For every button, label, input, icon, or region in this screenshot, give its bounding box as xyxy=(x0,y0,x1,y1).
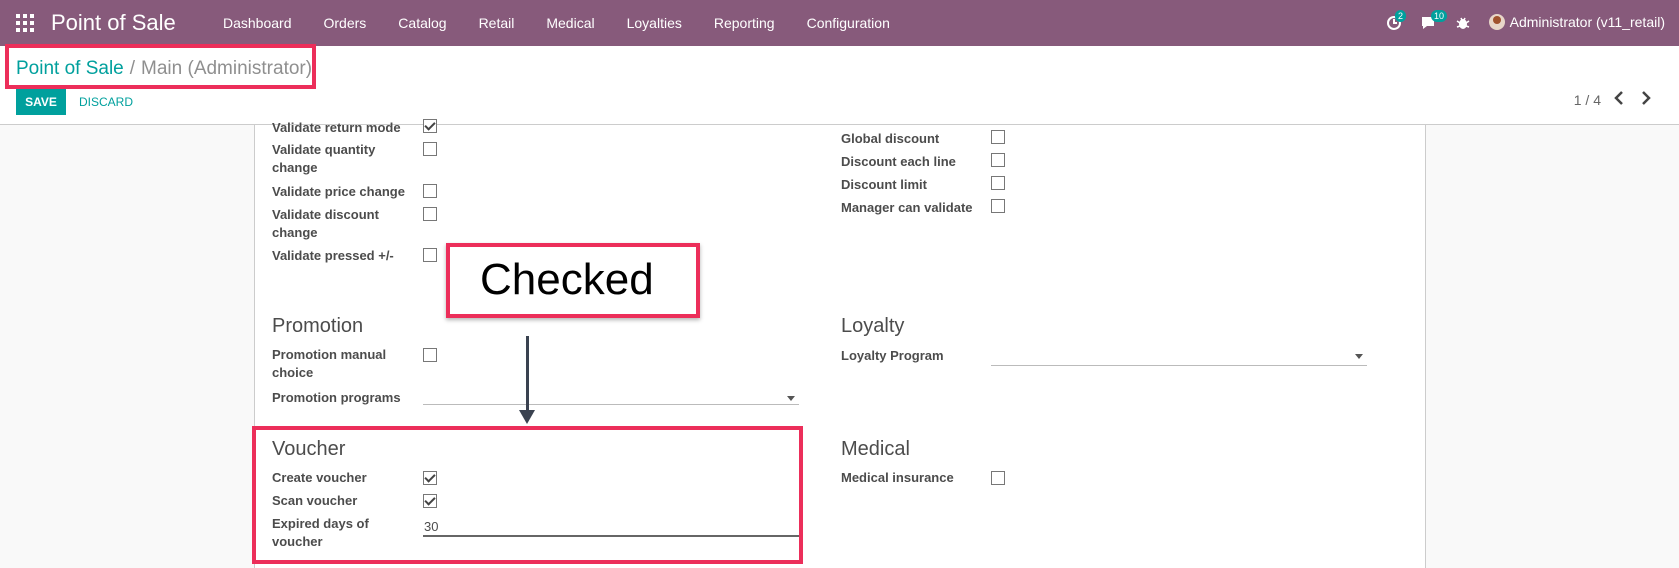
user-name: Administrator (v11_retail) xyxy=(1509,14,1665,30)
top-navbar: Point of Sale Dashboard Orders Catalog R… xyxy=(0,0,1679,46)
apps-grid-icon[interactable] xyxy=(16,14,34,32)
loyalty-section-title: Loyalty xyxy=(841,315,905,337)
main-menu: Dashboard Orders Catalog Retail Medical … xyxy=(210,0,909,46)
discount-limit-label: Discount limit xyxy=(841,177,927,192)
menu-reporting[interactable]: Reporting xyxy=(714,15,775,31)
validate-price-change-label: Validate price change xyxy=(272,184,405,199)
menu-dashboard[interactable]: Dashboard xyxy=(223,15,292,31)
debug-bug-icon[interactable] xyxy=(1455,15,1471,31)
loyalty-program-select[interactable] xyxy=(991,348,1367,366)
manager-can-validate-label: Manager can validate xyxy=(841,200,973,215)
pager-prev-icon[interactable] xyxy=(1614,91,1624,110)
form-sheet: Validate return mode Validate quantity c… xyxy=(254,119,1426,568)
user-avatar xyxy=(1488,14,1505,30)
validate-quantity-change-checkbox[interactable] xyxy=(423,142,437,156)
discount-each-line-checkbox[interactable] xyxy=(991,153,1005,167)
validate-return-mode-checkbox[interactable] xyxy=(423,119,437,133)
menu-loyalties[interactable]: Loyalties xyxy=(627,15,682,31)
messages-badge: 10 xyxy=(1431,10,1448,22)
messages-chat-icon[interactable]: 10 xyxy=(1420,10,1448,31)
validate-discount-change-label: Validate discount change xyxy=(272,207,379,240)
promotion-section-title: Promotion xyxy=(272,315,364,337)
breadcrumb-parent-link[interactable]: Point of Sale xyxy=(16,58,124,80)
global-discount-checkbox[interactable] xyxy=(991,130,1005,144)
validate-price-change-checkbox[interactable] xyxy=(423,184,437,198)
menu-medical[interactable]: Medical xyxy=(546,15,594,31)
discard-button[interactable]: DISCARD xyxy=(79,89,133,115)
control-panel: Point of Sale / Main (Administrator) SAV… xyxy=(0,46,1679,125)
loyalty-program-caret-icon[interactable] xyxy=(1355,354,1363,359)
promotion-programs-select[interactable] xyxy=(423,387,799,405)
promotion-programs-caret-icon[interactable] xyxy=(787,396,795,401)
menu-configuration[interactable]: Configuration xyxy=(807,15,890,31)
loyalty-program-label: Loyalty Program xyxy=(841,348,944,363)
expired-days-input[interactable]: 30 xyxy=(423,517,799,537)
checked-callout-box: Checked xyxy=(446,243,700,318)
app-brand: Point of Sale xyxy=(51,10,176,35)
medical-section-title: Medical xyxy=(841,438,910,460)
create-voucher-label: Create voucher xyxy=(272,470,367,485)
menu-orders[interactable]: Orders xyxy=(324,15,367,31)
validate-pressed-checkbox[interactable] xyxy=(423,248,437,262)
breadcrumb-separator: / xyxy=(129,58,136,79)
pager-next-icon[interactable] xyxy=(1641,91,1651,110)
discount-each-line-label: Discount each line xyxy=(841,154,956,169)
global-discount-label: Global discount xyxy=(841,131,940,146)
medical-insurance-checkbox[interactable] xyxy=(991,471,1005,485)
breadcrumb-current: Main (Administrator) xyxy=(141,58,313,79)
menu-catalog[interactable]: Catalog xyxy=(398,15,446,31)
menu-retail[interactable]: Retail xyxy=(479,15,515,31)
validate-quantity-change-label: Validate quantity change xyxy=(272,142,376,175)
activity-badge: 2 xyxy=(1395,10,1407,22)
create-voucher-checkbox[interactable] xyxy=(423,471,437,485)
scan-voucher-label: Scan voucher xyxy=(272,493,358,508)
expired-days-value: 30 xyxy=(424,519,439,534)
validate-pressed-label: Validate pressed +/- xyxy=(272,248,394,263)
promotion-manual-choice-label: Promotion manual choice xyxy=(272,347,387,380)
validate-return-mode-label: Validate return mode xyxy=(272,120,401,135)
expired-days-label: Expired days of voucher xyxy=(272,516,369,549)
medical-insurance-label: Medical insurance xyxy=(841,470,954,485)
pager-counter: 1 / 4 xyxy=(1573,92,1601,108)
validate-discount-change-checkbox[interactable] xyxy=(423,207,437,221)
discount-limit-checkbox[interactable] xyxy=(991,176,1005,190)
user-menu[interactable]: Administrator (v11_retail) xyxy=(1488,14,1665,30)
callout-arrow-head-icon xyxy=(519,410,535,424)
promotion-manual-choice-checkbox[interactable] xyxy=(423,348,437,362)
save-button[interactable]: SAVE xyxy=(16,89,66,115)
manager-can-validate-checkbox[interactable] xyxy=(991,199,1005,213)
checked-callout-text: Checked xyxy=(480,255,654,304)
callout-arrow-line xyxy=(526,336,529,412)
scan-voucher-checkbox[interactable] xyxy=(423,494,437,508)
promotion-programs-label: Promotion programs xyxy=(272,390,401,405)
breadcrumb: Point of Sale / Main (Administrator) xyxy=(16,58,312,80)
voucher-section-title: Voucher xyxy=(272,438,346,460)
activity-clock-icon[interactable]: 2 xyxy=(1386,10,1407,31)
